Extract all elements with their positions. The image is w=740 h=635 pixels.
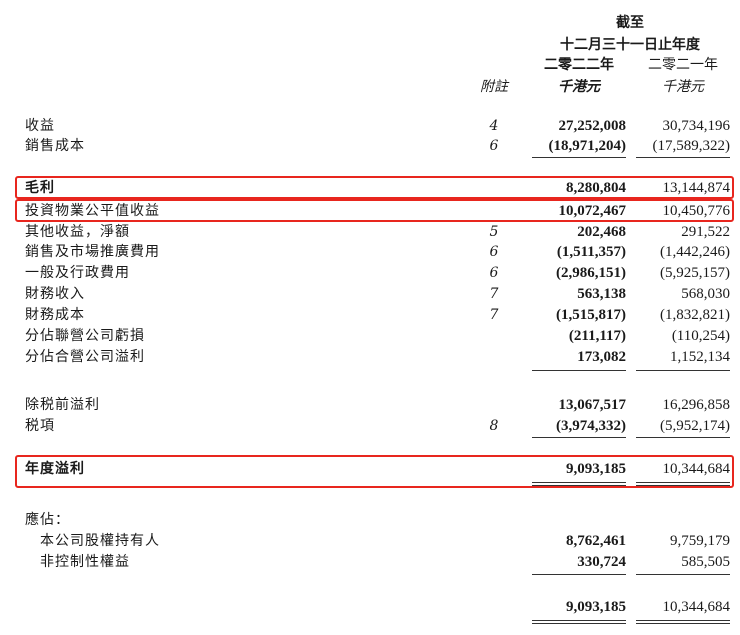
row-value-2021: 16,296,858 (662, 397, 731, 413)
row-value-2022: (1,515,817) (556, 307, 626, 323)
header-period: 十二月三十一日止年度 (560, 37, 700, 53)
row-note: 6 (489, 138, 499, 154)
row-value-2021: 30,734,196 (662, 118, 731, 134)
highlight-fair-value-gain (15, 199, 734, 222)
row-note: 6 (489, 244, 499, 260)
table-row: 應佔： (0, 510, 740, 530)
row-note: 6 (489, 265, 499, 281)
table-row: 銷售成本 6 (18,971,204) (17,589,322) (0, 136, 740, 156)
row-value-2021: 1,152,134 (670, 349, 730, 365)
header-unit-2022: 千港元 (558, 79, 600, 95)
total-double-rule (532, 620, 626, 621)
row-value-2022: (1,511,357) (556, 244, 626, 260)
row-value-2021: 568,030 (681, 286, 730, 302)
highlight-gross-profit (15, 176, 734, 199)
row-label: 一般及行政費用 (25, 265, 130, 281)
subtotal-rule (532, 157, 626, 158)
row-value-2022: (2,986,151) (556, 265, 626, 281)
header-unit-2021: 千港元 (662, 79, 704, 95)
row-value-2021: (1,442,246) (660, 244, 730, 260)
row-note: 7 (489, 307, 499, 323)
table-row: 9,093,185 10,344,684 (0, 597, 740, 617)
header-year-2021: 二零二一年 (648, 57, 718, 73)
header-note: 附註 (480, 79, 508, 95)
row-value-2022: (18,971,204) (548, 138, 627, 154)
row-value-2022: 13,067,517 (558, 397, 627, 413)
row-label: 分佔聯營公司虧損 (25, 328, 145, 344)
table-row: 分佔聯營公司虧損 (211,117) (110,254) (0, 326, 740, 346)
row-value-2022: 330,724 (577, 554, 626, 570)
row-value-2022: 173,082 (577, 349, 626, 365)
subtotal-rule (532, 574, 626, 575)
row-label: 本公司股權持有人 (40, 533, 160, 549)
table-row: 銷售及市場推廣費用 6 (1,511,357) (1,442,246) (0, 242, 740, 262)
table-row: 本公司股權持有人 8,762,461 9,759,179 (0, 531, 740, 551)
row-value-2021: 291,522 (681, 224, 730, 240)
subtotal-rule (636, 157, 730, 158)
total-double-rule (636, 620, 730, 621)
row-label: 銷售及市場推廣費用 (25, 244, 160, 260)
row-value-2021: 10,344,684 (662, 599, 731, 615)
table-row: 其他收益，淨額 5 202,468 291,522 (0, 222, 740, 242)
table-row: 分佔合營公司溢利 173,082 1,152,134 (0, 347, 740, 367)
row-label: 分佔合營公司溢利 (25, 349, 145, 365)
row-label: 財務收入 (25, 286, 85, 302)
row-label: 應佔： (25, 512, 70, 528)
row-label: 非控制性權益 (40, 554, 130, 570)
row-value-2021: 9,759,179 (670, 533, 730, 549)
table-row: 財務成本 7 (1,515,817) (1,832,821) (0, 305, 740, 325)
subtotal-rule (532, 370, 626, 371)
row-value-2021: 585,505 (681, 554, 730, 570)
highlight-profit-for-year (15, 455, 734, 488)
table-row: 除税前溢利 13,067,517 16,296,858 (0, 395, 740, 415)
subtotal-rule (636, 370, 730, 371)
row-value-2021: (1,832,821) (660, 307, 730, 323)
row-value-2022: 9,093,185 (566, 599, 626, 615)
row-value-2021: (5,952,174) (660, 418, 730, 434)
row-label: 税項 (25, 418, 55, 434)
row-label: 銷售成本 (25, 138, 85, 154)
row-value-2022: (211,117) (568, 328, 626, 344)
header-year-2022: 二零二二年 (544, 57, 614, 73)
table-row: 收益 4 27,252,008 30,734,196 (0, 116, 740, 136)
total-double-rule (636, 623, 730, 624)
row-label: 財務成本 (25, 307, 85, 323)
subtotal-rule (532, 437, 626, 438)
row-note: 8 (489, 418, 499, 434)
subtotal-rule (636, 437, 730, 438)
row-note: 4 (489, 118, 499, 134)
subtotal-rule (636, 574, 730, 575)
table-row: 税項 8 (3,974,332) (5,952,174) (0, 416, 740, 436)
total-double-rule (532, 623, 626, 624)
table-row: 非控制性權益 330,724 585,505 (0, 552, 740, 572)
row-note: 7 (489, 286, 499, 302)
row-value-2022: 563,138 (577, 286, 626, 302)
row-note: 5 (489, 224, 499, 240)
row-value-2022: (3,974,332) (556, 418, 626, 434)
row-value-2022: 27,252,008 (558, 118, 627, 134)
table-row: 一般及行政費用 6 (2,986,151) (5,925,157) (0, 263, 740, 283)
row-label: 收益 (25, 118, 55, 134)
table-row: 財務收入 7 563,138 568,030 (0, 284, 740, 304)
row-label: 除税前溢利 (25, 397, 100, 413)
row-value-2021: (5,925,157) (660, 265, 730, 281)
header-as-at: 截至 (616, 15, 644, 31)
row-value-2022: 202,468 (577, 224, 626, 240)
row-value-2022: 8,762,461 (566, 533, 626, 549)
row-value-2021: (17,589,322) (652, 138, 731, 154)
row-value-2021: (110,254) (671, 328, 730, 344)
row-label: 其他收益，淨額 (25, 224, 130, 240)
